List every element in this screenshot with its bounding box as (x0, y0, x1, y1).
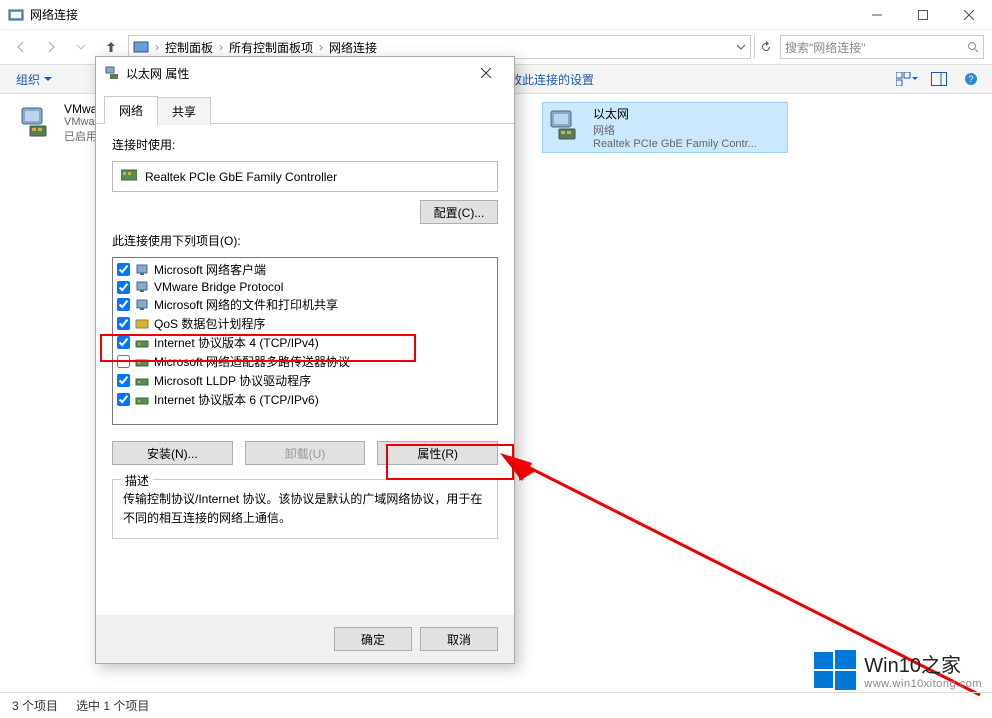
uninstall-button: 卸载(U) (245, 441, 366, 465)
network-item-row[interactable]: Internet 协议版本 4 (TCP/IPv4) (113, 333, 497, 352)
breadcrumb-item[interactable]: 控制面板 (165, 39, 213, 56)
client-icon (135, 298, 149, 312)
tab-sharing[interactable]: 共享 (157, 97, 211, 125)
network-adapter-icon (16, 102, 56, 142)
item-label: Microsoft 网络适配器多路传送器协议 (154, 353, 350, 370)
network-adapter-icon (545, 105, 585, 145)
back-button[interactable] (8, 35, 34, 59)
help-button[interactable]: ? (958, 68, 984, 90)
description-fieldset: 描述 传输控制协议/Internet 协议。该协议是默认的广域网络协议，用于在不… (112, 479, 498, 539)
close-button[interactable] (946, 0, 992, 30)
properties-button[interactable]: 属性(R) (377, 441, 498, 465)
protocol-icon (135, 336, 149, 350)
description-legend: 描述 (121, 472, 153, 489)
item-label: Internet 协议版本 4 (TCP/IPv4) (154, 334, 319, 351)
connect-using-label: 连接时使用: (112, 136, 498, 153)
search-input[interactable]: 搜索"网络连接" (780, 35, 984, 59)
item-checkbox[interactable] (117, 374, 130, 387)
item-checkbox[interactable] (117, 263, 130, 276)
adapter-box: Realtek PCIe GbE Family Controller (112, 161, 498, 192)
forward-button[interactable] (38, 35, 64, 59)
item-label: Microsoft 网络的文件和打印机共享 (154, 296, 338, 313)
dialog-footer: 确定 取消 (96, 615, 514, 663)
ethernet-icon (104, 65, 120, 81)
item-label: Microsoft 网络客户端 (154, 261, 266, 278)
item-checkbox[interactable] (117, 298, 130, 311)
dialog-close-button[interactable] (466, 59, 506, 87)
minimize-button[interactable] (854, 0, 900, 30)
recent-button[interactable] (68, 35, 94, 59)
location-icon (133, 39, 149, 55)
dialog-titlebar: 以太网 属性 (96, 57, 514, 89)
window-icon (8, 7, 24, 23)
item-label: Microsoft LLDP 协议驱动程序 (154, 372, 311, 389)
chevron-down-icon (44, 75, 52, 83)
breadcrumb-sep: › (219, 40, 223, 54)
network-item-row[interactable]: VMware Bridge Protocol (113, 279, 497, 295)
item-checkbox[interactable] (117, 336, 130, 349)
windows-logo-icon (814, 648, 856, 690)
window-controls (854, 0, 992, 30)
protocol-icon (135, 374, 149, 388)
breadcrumb-sep: › (319, 40, 323, 54)
network-item-row[interactable]: Internet 协议版本 6 (TCP/IPv6) (113, 390, 497, 409)
adapter-name: Realtek PCIe GbE Family Controller (145, 170, 337, 184)
protocol-icon (135, 393, 149, 407)
configure-button[interactable]: 配置(C)... (420, 200, 498, 224)
connection-status: 网络 (593, 122, 757, 138)
watermark-title: Win10之家 (864, 649, 982, 678)
network-item-row[interactable]: Microsoft 网络客户端 (113, 260, 497, 279)
cancel-button[interactable]: 取消 (420, 627, 498, 651)
dialog-title: 以太网 属性 (126, 65, 189, 82)
breadcrumb-sep: › (155, 40, 159, 54)
preview-button[interactable] (926, 68, 952, 90)
organize-label: 组织 (16, 71, 40, 88)
connection-item-selected[interactable]: 以太网 网络 Realtek PCIe GbE Family Contr... (542, 102, 788, 153)
ok-button[interactable]: 确定 (334, 627, 412, 651)
connection-name: 以太网 (593, 105, 757, 122)
properties-dialog: 以太网 属性 网络 共享 连接时使用: Realtek PCIe GbE Fam… (95, 56, 515, 664)
maximize-button[interactable] (900, 0, 946, 30)
service-icon (135, 317, 149, 331)
selected-count: 选中 1 个项目 (76, 697, 149, 714)
protocol-icon (135, 355, 149, 369)
item-checkbox[interactable] (117, 393, 130, 406)
dialog-body: 连接时使用: Realtek PCIe GbE Family Controlle… (96, 124, 514, 615)
search-icon (967, 41, 979, 53)
network-item-row[interactable]: QoS 数据包计划程序 (113, 314, 497, 333)
organize-button[interactable]: 组织 (8, 67, 60, 92)
item-checkbox[interactable] (117, 281, 130, 294)
network-item-row[interactable]: Microsoft 网络适配器多路传送器协议 (113, 352, 497, 371)
network-card-icon (121, 168, 137, 185)
breadcrumb-item[interactable]: 网络连接 (329, 39, 377, 56)
search-placeholder: 搜索"网络连接" (785, 39, 866, 56)
watermark: Win10之家 www.win10xitong.com (814, 648, 982, 690)
watermark-url: www.win10xitong.com (864, 678, 982, 690)
refresh-button[interactable] (754, 35, 776, 59)
dialog-tabs: 网络 共享 (96, 89, 514, 124)
item-label: QoS 数据包计划程序 (154, 315, 265, 332)
items-label: 此连接使用下列项目(O): (112, 232, 498, 249)
item-checkbox[interactable] (117, 355, 130, 368)
install-button[interactable]: 安装(N)... (112, 441, 233, 465)
breadcrumb-item[interactable]: 所有控制面板项 (229, 39, 313, 56)
item-count: 3 个项目 (12, 697, 58, 714)
network-item-row[interactable]: Microsoft 网络的文件和打印机共享 (113, 295, 497, 314)
client-icon (135, 280, 149, 294)
tab-network[interactable]: 网络 (104, 96, 158, 124)
item-checkbox[interactable] (117, 317, 130, 330)
status-bar: 3 个项目 选中 1 个项目 (0, 692, 992, 718)
network-items-list[interactable]: Microsoft 网络客户端 VMware Bridge Protocol Mic… (112, 257, 498, 425)
client-icon (135, 263, 149, 277)
svg-text:?: ? (968, 74, 973, 84)
description-text: 传输控制协议/Internet 协议。该协议是默认的广域网络协议，用于在不同的相… (123, 490, 487, 528)
connection-device: Realtek PCIe GbE Family Contr... (593, 138, 757, 150)
item-label: VMware Bridge Protocol (154, 280, 283, 294)
window-titlebar: 网络连接 (0, 0, 992, 30)
view-button[interactable] (894, 68, 920, 90)
network-item-row[interactable]: Microsoft LLDP 协议驱动程序 (113, 371, 497, 390)
window-title: 网络连接 (30, 6, 78, 23)
item-label: Internet 协议版本 6 (TCP/IPv6) (154, 391, 319, 408)
chevron-down-icon[interactable] (736, 42, 746, 52)
